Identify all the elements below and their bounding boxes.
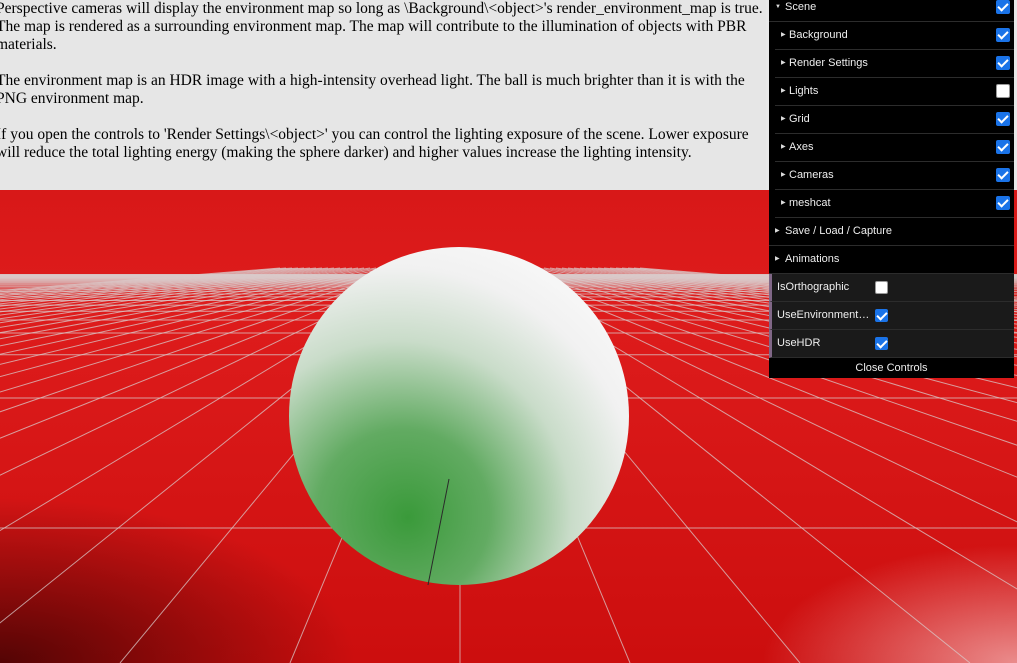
folder-background[interactable]: ▶ Background (775, 22, 1014, 50)
grid-visible-checkbox[interactable] (996, 112, 1010, 126)
meshcat-visible-checkbox[interactable] (996, 196, 1010, 210)
instructions-text: Perspective cameras will display the env… (0, 0, 766, 190)
property-isorthographic-label: IsOrthographic (777, 281, 850, 293)
folder-lights-label: Lights (789, 85, 819, 97)
sphere (289, 247, 629, 585)
folder-animations[interactable]: ▶ Animations (769, 246, 1014, 274)
caret-right-icon: ▶ (775, 228, 780, 234)
folder-background-label: Background (789, 29, 848, 41)
axes-visible-checkbox[interactable] (996, 140, 1010, 154)
scene-visible-checkbox[interactable] (996, 0, 1010, 14)
folder-render-settings[interactable]: ▶ Render Settings (775, 50, 1014, 78)
background-visible-checkbox[interactable] (996, 28, 1010, 42)
caret-right-icon: ▶ (781, 88, 786, 94)
folder-meshcat[interactable]: ▶ meshcat (775, 190, 1014, 218)
instruction-paragraph-1: Perspective cameras will display the env… (0, 0, 763, 53)
caret-right-icon: ▶ (781, 200, 786, 206)
folder-scene[interactable]: ▼ Scene (769, 0, 1014, 22)
property-useenvironmentmap-label: UseEnvironmentMap (777, 309, 872, 321)
folder-axes[interactable]: ▶ Axes (775, 134, 1014, 162)
cameras-visible-checkbox[interactable] (996, 168, 1010, 182)
caret-right-icon: ▶ (781, 144, 786, 150)
folder-grid[interactable]: ▶ Grid (775, 106, 1014, 134)
folder-axes-label: Axes (789, 141, 814, 153)
useenvironmentmap-checkbox[interactable] (875, 309, 888, 322)
usehdr-checkbox[interactable] (875, 337, 888, 350)
property-usehdr: UseHDR (769, 330, 1014, 358)
folder-scene-label: Scene (785, 1, 817, 13)
instruction-paragraph-2: The environment map is an HDR image with… (0, 72, 745, 107)
property-isorthographic: IsOrthographic (769, 274, 1014, 302)
caret-down-icon: ▼ (775, 4, 781, 10)
folder-meshcat-label: meshcat (789, 197, 831, 209)
isorthographic-checkbox[interactable] (875, 281, 888, 294)
meshcat-page: Perspective cameras will display the env… (0, 0, 1017, 663)
folder-cameras-label: Cameras (789, 169, 834, 181)
lights-visible-checkbox[interactable] (996, 84, 1010, 98)
folder-animations-label: Animations (785, 253, 840, 265)
caret-right-icon: ▶ (781, 32, 786, 38)
close-controls-button[interactable]: Close Controls (769, 358, 1014, 378)
controls-panel: ▼ Scene ▶ Background ▶ Render Settings ▶ Ligh… (769, 0, 1014, 378)
property-useenvironmentmap: UseEnvironmentMap (769, 302, 1014, 330)
folder-save-load-capture-label: Save / Load / Capture (785, 225, 893, 237)
property-usehdr-label: UseHDR (777, 337, 821, 349)
folder-grid-label: Grid (789, 113, 810, 125)
instruction-paragraph-3: If you open the controls to 'Render Sett… (0, 126, 749, 161)
folder-cameras[interactable]: ▶ Cameras (775, 162, 1014, 190)
folder-render-settings-label: Render Settings (789, 57, 868, 69)
render-settings-visible-checkbox[interactable] (996, 56, 1010, 70)
caret-right-icon: ▶ (781, 116, 786, 122)
folder-save-load-capture[interactable]: ▶ Save / Load / Capture (769, 218, 1014, 246)
folder-lights[interactable]: ▶ Lights (775, 78, 1014, 106)
caret-right-icon: ▶ (781, 60, 786, 66)
caret-right-icon: ▶ (775, 256, 780, 262)
caret-right-icon: ▶ (781, 172, 786, 178)
